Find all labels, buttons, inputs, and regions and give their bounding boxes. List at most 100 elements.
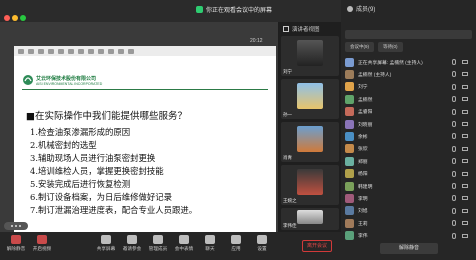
screen-share-indicator[interactable]: 你正在观看会议中的屏幕	[196, 5, 272, 14]
format-icon[interactable]	[68, 48, 74, 54]
start-video-button[interactable]: 开启视频	[28, 235, 56, 252]
member-row[interactable]: 余彬	[345, 130, 472, 142]
unmute-all-button[interactable]: 解除静音	[380, 243, 438, 254]
member-row[interactable]: 孟楠然 (主持人)	[345, 68, 472, 80]
members-search-input[interactable]	[345, 30, 472, 39]
shape-icon[interactable]	[88, 48, 94, 54]
participant-thumbnail	[297, 126, 323, 152]
camera-icon[interactable]	[462, 184, 468, 188]
camera-icon[interactable]	[462, 196, 468, 201]
member-row[interactable]: 刘旭	[345, 205, 472, 217]
member-name: 张欣	[358, 147, 368, 153]
leave-meeting-button[interactable]: 离开会议	[302, 240, 332, 252]
member-row[interactable]: 孟楠然	[345, 93, 472, 105]
camera-icon[interactable]	[462, 134, 468, 139]
file-icon[interactable]	[18, 48, 24, 54]
print-icon[interactable]	[38, 48, 44, 54]
tab-in-meeting[interactable]: 会议中(9)	[345, 42, 374, 52]
list-item: 4.培训维检人员，掌握更换密封技能	[30, 166, 164, 176]
close-icon[interactable]	[4, 15, 10, 21]
more-icon[interactable]	[128, 48, 134, 54]
camera-icon[interactable]	[462, 84, 468, 89]
apps-button[interactable]: 应用	[222, 235, 250, 252]
member-row[interactable]: 王莉	[345, 217, 472, 229]
camera-icon[interactable]	[462, 60, 468, 64]
invite-button[interactable]: 邀请参会	[118, 235, 146, 252]
video-tile[interactable]: 李伟佳	[281, 208, 339, 230]
participant-thumbnail	[297, 40, 323, 66]
member-row[interactable]: 正在共享屏幕: 孟楠然 (主持人)	[345, 56, 472, 68]
member-name: 杨阳	[358, 172, 368, 178]
camera-icon[interactable]	[462, 233, 468, 238]
reactions-button[interactable]: 会中表情	[170, 235, 198, 252]
window-controls[interactable]	[4, 8, 30, 21]
settings-icon	[257, 235, 267, 244]
tab-waiting[interactable]: 等待(0)	[378, 42, 403, 52]
video-tile[interactable]: 刘宁	[281, 36, 339, 76]
settings-button[interactable]: 设置	[248, 235, 276, 252]
maximize-icon[interactable]	[20, 15, 26, 21]
camera-icon[interactable]	[462, 72, 468, 77]
camera-icon[interactable]	[462, 146, 468, 151]
mic-icon[interactable]	[452, 195, 456, 202]
view-mode-switch[interactable]: 演讲者视图	[279, 24, 341, 34]
undo-icon[interactable]	[48, 48, 54, 54]
mic-icon[interactable]	[452, 59, 456, 65]
minimize-icon[interactable]	[12, 15, 18, 21]
member-row[interactable]: 李伟	[345, 230, 472, 242]
mic-icon[interactable]	[452, 71, 456, 78]
list-item: 7.制订泄漏治理进度表，配合专业人员跟进。	[30, 205, 198, 215]
chat-icon	[205, 235, 215, 244]
video-tile[interactable]: 孙一	[281, 79, 339, 119]
chat-button[interactable]: 聊天	[196, 235, 224, 252]
page-navigator[interactable]	[4, 222, 28, 230]
member-row[interactable]: 刘宁	[345, 81, 472, 93]
video-tile[interactable]: 肖青	[281, 122, 339, 162]
mic-icon[interactable]	[452, 83, 456, 90]
redo-icon[interactable]	[58, 48, 64, 54]
mic-icon[interactable]	[452, 183, 456, 189]
mic-icon[interactable]	[452, 108, 456, 115]
member-row[interactable]: 张欣	[345, 143, 472, 155]
save-icon[interactable]	[28, 48, 34, 54]
camera-icon[interactable]	[462, 109, 468, 114]
mic-icon[interactable]	[452, 232, 456, 239]
mic-icon[interactable]	[452, 220, 456, 227]
member-name: 刘宁	[358, 85, 368, 91]
slide-service-list: 1.检查油泵渗漏形成的原因 2.机械密封的选型 3.辅助现场人员进行油泵密封更换…	[30, 126, 270, 217]
member-row[interactable]: 孟睿阳	[345, 106, 472, 118]
camera-icon[interactable]	[462, 97, 468, 102]
member-name: 王莉	[358, 221, 368, 227]
mic-icon[interactable]	[452, 121, 456, 127]
text-icon[interactable]	[78, 48, 84, 54]
chart-icon[interactable]	[118, 48, 124, 54]
manage-members-button[interactable]: 管理成员	[144, 235, 172, 252]
invite-icon	[127, 235, 137, 244]
camera-icon[interactable]	[462, 221, 468, 226]
camera-icon[interactable]	[462, 159, 468, 164]
camera-icon[interactable]	[462, 171, 468, 176]
share-screen-button[interactable]: 共享屏幕	[92, 235, 120, 252]
table-icon[interactable]	[98, 48, 104, 54]
image-icon[interactable]	[108, 48, 114, 54]
member-name: 孟睿阳	[358, 110, 373, 116]
camera-icon[interactable]	[462, 208, 468, 213]
avatar	[345, 94, 354, 104]
mic-icon[interactable]	[452, 207, 456, 214]
time-readout: 20:12	[250, 38, 263, 44]
meeting-toolbar: 解除静音 开启视频 共享屏幕 邀请参会 管理成员 会中表情 聊天 应用 设置 离…	[0, 232, 341, 260]
member-row[interactable]: 李明	[345, 192, 472, 204]
member-row[interactable]: 杨阳	[345, 168, 472, 180]
mic-icon[interactable]	[452, 96, 456, 103]
mic-icon[interactable]	[452, 170, 456, 177]
member-row[interactable]: 郑丽	[345, 155, 472, 167]
unmute-button[interactable]: 解除静音	[2, 235, 30, 252]
mic-icon[interactable]	[452, 145, 456, 152]
member-row[interactable]: 刘晓丽	[345, 118, 472, 130]
video-tile[interactable]: 王婉之	[281, 165, 339, 205]
mic-icon[interactable]	[452, 158, 456, 165]
participant-name: 孙一	[283, 112, 292, 117]
mic-icon[interactable]	[452, 133, 456, 140]
camera-icon[interactable]	[462, 122, 468, 126]
member-row[interactable]: 韩建明	[345, 180, 472, 192]
